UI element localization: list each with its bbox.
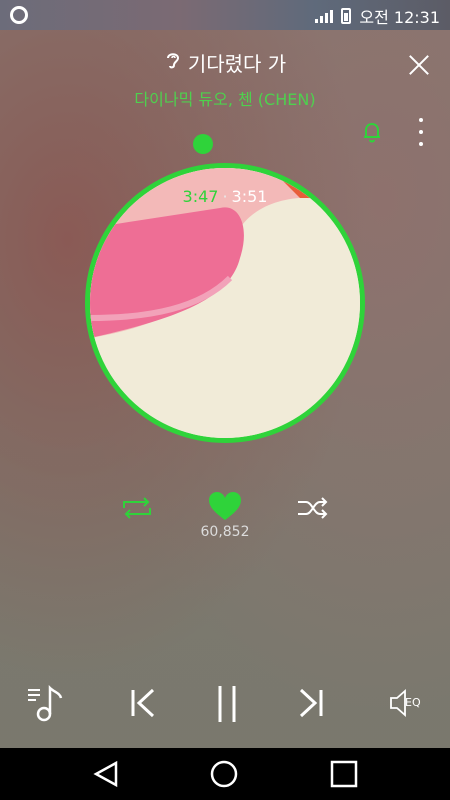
equalizer-label: EQ [405, 696, 421, 709]
time-readout: 3:47 · 3:51 [0, 187, 450, 206]
time-total: 3:51 [231, 187, 268, 206]
repeat-icon[interactable] [120, 496, 154, 524]
signal-icon [315, 9, 334, 23]
android-nav-bar [0, 748, 450, 800]
progress-thumb[interactable] [193, 134, 213, 154]
recent-apps-icon[interactable] [330, 760, 358, 792]
status-bar: 오전 12:31 [0, 0, 450, 30]
like-count: 60,852 [200, 524, 250, 540]
time-elapsed: 3:47 [182, 187, 219, 206]
close-button[interactable] [406, 52, 432, 78]
song-title[interactable]: 기다렸다 가 [164, 48, 286, 77]
album-art-image [90, 168, 360, 438]
previous-track-icon[interactable] [129, 688, 157, 722]
artist-name[interactable]: 다이나믹 듀오, 첸 (CHEN) [0, 86, 450, 110]
time-separator: · [222, 187, 228, 206]
pause-button[interactable] [215, 684, 239, 728]
shuffle-icon[interactable] [296, 496, 330, 524]
more-options-icon[interactable] [413, 118, 429, 146]
player-screen: 오전 12:31 기다렸다 가 다이나믹 듀오, 첸 (CHEN) 3:47 ·… [0, 0, 450, 800]
playlist-icon[interactable] [26, 684, 66, 728]
song-title-text: 기다렸다 가 [187, 52, 287, 76]
back-icon[interactable] [92, 760, 120, 792]
status-right: 오전 12:31 [315, 4, 440, 28]
clock: 오전 12:31 [359, 8, 440, 27]
song-title-row: 기다렸다 가 [0, 48, 450, 77]
ear-icon [164, 50, 182, 75]
heart-icon[interactable] [207, 490, 243, 526]
home-icon[interactable] [210, 760, 238, 792]
playback-controls: EQ [0, 684, 450, 728]
next-track-icon[interactable] [297, 688, 325, 722]
bell-icon[interactable] [358, 118, 386, 146]
sync-icon [10, 6, 28, 24]
battery-icon [341, 8, 352, 24]
